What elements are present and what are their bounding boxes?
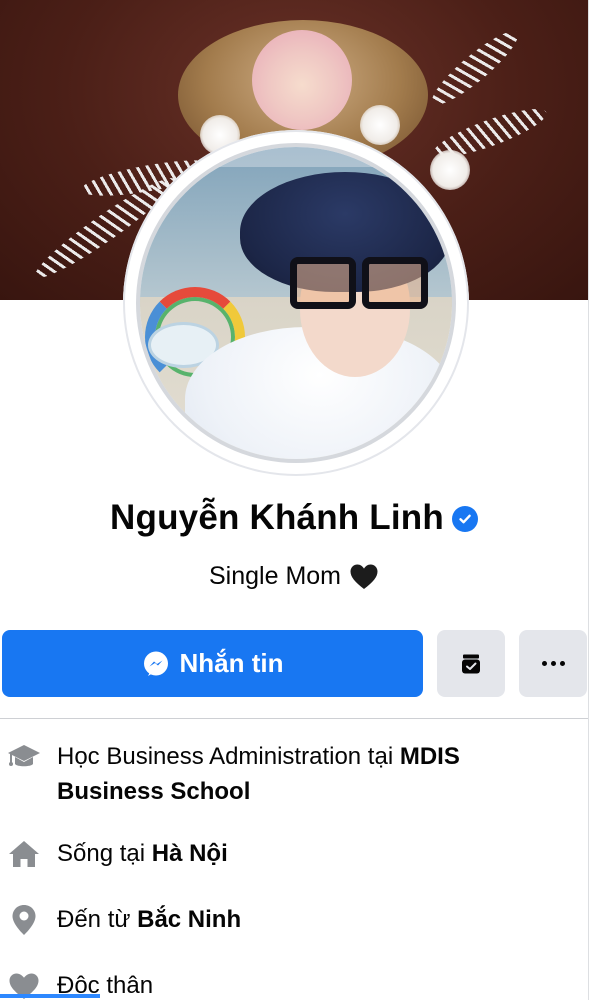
section-divider (0, 718, 588, 719)
education-text: Học Business Administration tại MDIS Bus… (57, 739, 557, 809)
avatar[interactable] (140, 147, 452, 459)
lives-in-prefix: Sống tại (57, 840, 152, 867)
location-pin-icon (4, 902, 44, 938)
relationship-text: Độc thân (57, 972, 154, 999)
cover-fern-decoration (424, 22, 526, 114)
right-border (588, 0, 589, 1000)
detail-lives-in: Sống tại Hà Nội (0, 836, 588, 872)
detail-from: Đến từ Bắc Ninh (0, 902, 588, 938)
profile-name: Nguyễn Khánh Linh (110, 498, 444, 537)
lives-in-city-link[interactable]: Hà Nội (152, 840, 228, 867)
cover-flower (360, 105, 400, 145)
more-dots-icon (541, 661, 565, 666)
graduation-cap-icon (4, 739, 44, 775)
education-prefix: Học Business Administration tại (57, 743, 400, 770)
black-heart-icon (350, 564, 378, 589)
lives-in-text: Sống tại Hà Nội (57, 836, 557, 871)
bottom-scroll-indicator (0, 994, 100, 998)
profile-bio-row: Single Mom (0, 562, 588, 591)
messenger-icon (143, 651, 168, 676)
avatar-glasses (362, 257, 428, 309)
avatar-glasses (290, 257, 356, 309)
profile-bio: Single Mom (209, 562, 341, 590)
saved-box-icon (462, 654, 480, 673)
from-city-link[interactable]: Bắc Ninh (137, 906, 241, 933)
profile-name-row: Nguyễn Khánh Linh (0, 498, 588, 538)
from-text: Đến từ Bắc Ninh (57, 902, 557, 937)
message-button[interactable]: Nhắn tin (2, 630, 423, 697)
more-options-button[interactable] (519, 630, 587, 697)
message-button-label: Nhắn tin (179, 648, 284, 678)
verified-badge-icon (451, 506, 478, 532)
profile-page: Nguyễn Khánh Linh Single Mom Nhắn tin Họ… (0, 0, 615, 1000)
saved-button[interactable] (437, 630, 505, 697)
from-prefix: Đến từ (57, 906, 138, 933)
cover-baby (252, 30, 352, 130)
home-icon (4, 836, 44, 872)
detail-education: Học Business Administration tại MDIS Bus… (0, 739, 588, 809)
